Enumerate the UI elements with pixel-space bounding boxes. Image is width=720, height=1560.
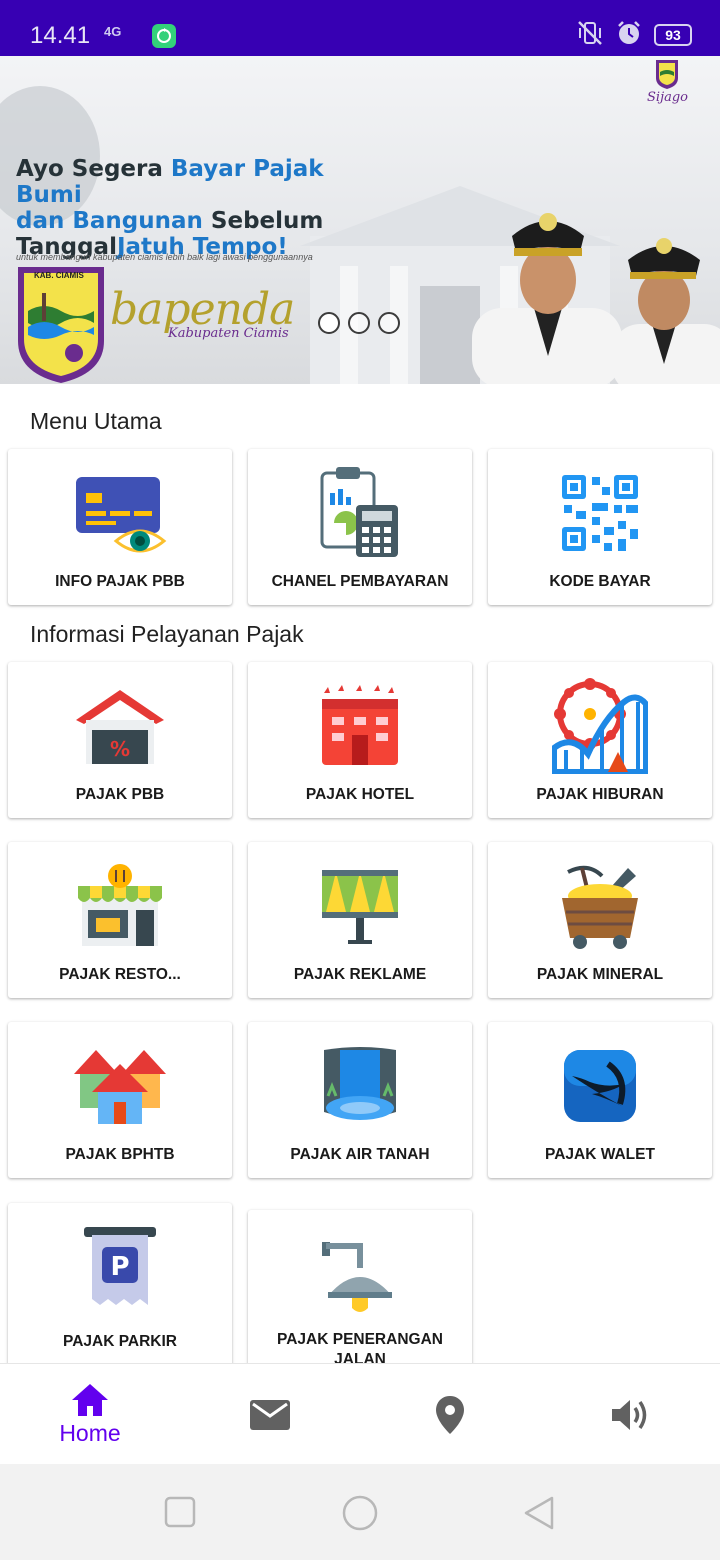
carousel-dot-3[interactable] [378,312,400,334]
info-label: PAJAK HOTEL [305,786,415,803]
carousel-indicator[interactable] [318,312,400,334]
recents-icon[interactable] [164,1496,196,1528]
carousel-dot-1[interactable] [318,312,340,334]
info-label: PAJAK REKLAME [293,966,427,983]
officials-photo [472,213,720,384]
nav-sound[interactable] [540,1364,720,1465]
info-label: PAJAK BPHTB [65,1146,175,1163]
info-pajak-bphtb[interactable]: PAJAK BPHTB [8,1022,232,1178]
mail-icon [250,1399,290,1430]
banner-headline: Ayo Segera Bayar Pajak Bumi dan Bangunan… [16,156,324,260]
info-pajak-parkir[interactable]: P PAJAK PARKIR [8,1203,232,1373]
status-bar: 14.41 4G 93 [0,0,720,56]
menu-label: KODE BAYAR [549,573,651,590]
info-pajak-reklame[interactable]: PAJAK REKLAME [248,842,472,998]
sync-icon [152,24,176,48]
network-indicator: 4G [104,24,122,39]
swift-bird-icon [550,1038,650,1134]
nav-home-label: Home [59,1420,121,1446]
mine-cart-icon [550,858,650,954]
info-pajak-hotel[interactable]: PAJAK HOTEL [248,662,472,818]
houses-icon [70,1038,170,1134]
info-label: PAJAK RESTO... [59,966,181,983]
card-eye-icon [70,465,170,561]
svg-text:%: % [110,737,130,761]
street-lamp-icon [310,1226,410,1322]
info-pajak-hiburan[interactable]: PAJAK HIBURAN [488,662,712,818]
info-pajak-walet[interactable]: PAJAK WALET [488,1022,712,1178]
parking-ticket-icon: P [70,1219,170,1315]
location-pin-icon [436,1395,464,1434]
battery-indicator: 93 [654,24,692,46]
menu-kode-bayar[interactable]: KODE BAYAR [488,449,712,605]
hotel-icon [310,678,410,774]
ferris-wheel-icon [550,678,650,774]
sijago-logo [656,60,678,89]
info-pajak-restoran[interactable]: PAJAK RESTO... [8,842,232,998]
crest-label: KAB. CIAMIS [34,271,84,280]
carousel-dot-2[interactable] [348,312,370,334]
back-icon[interactable] [522,1494,556,1532]
bapenda-subtitle: Kabupaten Ciamis [168,326,289,341]
bottom-navigation: Home [0,1363,720,1464]
status-time: 14.41 [30,22,91,49]
info-pajak-pbb[interactable]: % PAJAK PBB [8,662,232,818]
system-navigation-bar [0,1464,720,1560]
menu-chanel-pembayaran[interactable]: CHANEL PEMBAYARAN [248,449,472,605]
info-label: PAJAK PBB [75,786,165,803]
nav-mail[interactable] [180,1364,360,1465]
nav-location[interactable] [360,1364,540,1465]
info-label: PAJAK PARKIR [63,1333,177,1350]
billboard-icon [310,858,410,954]
info-label: PAJAK HIBURAN [536,786,664,803]
home-system-icon[interactable] [341,1494,379,1532]
vibrate-off-icon [576,20,604,51]
section-title-informasi: Informasi Pelayanan Pajak [30,621,304,647]
sijago-text: Sijago [647,90,688,105]
alarm-icon [616,20,642,51]
menu-label: CHANEL PEMBAYARAN [271,573,449,590]
home-icon [72,1384,108,1416]
info-label: PAJAK MINERAL [536,966,664,983]
clipboard-calculator-icon [310,465,410,561]
promo-banner[interactable]: Ayo Segera Bayar Pajak Bumi dan Bangunan… [0,56,720,384]
restaurant-icon [70,858,170,954]
house-percent-icon: % [70,678,170,774]
waterfall-icon [310,1038,410,1134]
speaker-icon [612,1399,647,1430]
menu-label: INFO PAJAK PBB [55,573,185,590]
info-label: PAJAK WALET [545,1146,655,1163]
menu-info-pajak-pbb[interactable]: INFO PAJAK PBB [8,449,232,605]
info-pajak-penerangan-jalan[interactable]: PAJAK PENERANGAN JALAN [248,1210,472,1373]
info-pajak-air-tanah[interactable]: PAJAK AIR TANAH [248,1022,472,1178]
status-icons: 93 [576,20,692,51]
section-title-menu-utama: Menu Utama [30,408,162,434]
svg-text:P: P [110,1252,129,1282]
info-label: PAJAK AIR TANAH [290,1146,430,1163]
nav-home[interactable]: Home [0,1364,180,1465]
info-pajak-mineral[interactable]: PAJAK MINERAL [488,842,712,998]
qr-code-icon [550,465,650,561]
